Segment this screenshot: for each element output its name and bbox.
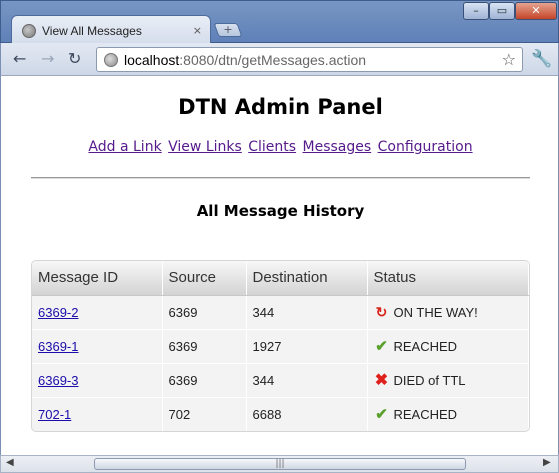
page-viewport: DTN Admin Panel Add a Link View Links Cl… — [0, 76, 559, 455]
table-row: 702-1 702 6688 ✔ REACHED — [32, 397, 529, 431]
cell-message-id: 6369-3 — [32, 363, 163, 398]
status-text: REACHED — [393, 339, 458, 354]
tab-view-all-messages[interactable]: View All Messages × — [11, 15, 211, 45]
close-tab-icon[interactable]: × — [193, 24, 202, 37]
section-title: All Message History — [196, 202, 365, 220]
cell-source: 6369 — [162, 329, 247, 364]
header-message-id: Message ID — [32, 261, 163, 296]
scroll-left-arrow-icon[interactable]: ◀ — [6, 457, 14, 468]
bookmark-star-icon[interactable]: ☆ — [502, 50, 516, 69]
browser-toolbar: ← → ↻ localhost:8080/dtn/getMessages.act… — [0, 43, 559, 76]
close-window-button[interactable]: ✕ — [515, 2, 557, 20]
cell-source: 6369 — [162, 295, 247, 330]
cell-source: 702 — [162, 397, 247, 431]
header-source: Source — [162, 261, 247, 296]
admin-nav: Add a Link View Links Clients Messages C… — [1, 139, 559, 155]
cross-icon: ✖ — [374, 372, 389, 389]
message-id-link[interactable]: 702-1 — [38, 407, 71, 422]
url-path: :8080/dtn/getMessages.action — [179, 51, 367, 68]
header-destination: Destination — [246, 261, 368, 296]
page-info-icon[interactable] — [104, 52, 118, 67]
cell-message-id: 6369-1 — [32, 329, 163, 364]
nav-add-link[interactable]: Add a Link — [88, 139, 161, 155]
messages-table: Message ID Source Destination Status 636… — [31, 260, 530, 432]
nav-view-links[interactable]: View Links — [168, 139, 242, 155]
cell-status: ↻ ON THE WAY! — [367, 295, 529, 330]
scroll-right-arrow-icon[interactable]: ▶ — [543, 457, 551, 468]
forward-arrow-icon[interactable]: → — [41, 50, 54, 68]
window-titlebar: View All Messages × + – ▭ ✕ — [0, 0, 559, 45]
table-row: 6369-3 6369 344 ✖ DIED of TTL — [32, 363, 529, 398]
address-bar[interactable]: localhost:8080/dtn/getMessages.action ☆ — [96, 47, 523, 72]
nav-configuration[interactable]: Configuration — [378, 139, 473, 155]
url-host: localhost — [124, 51, 180, 68]
message-id-link[interactable]: 6369-1 — [38, 339, 78, 354]
back-arrow-icon[interactable]: ← — [13, 50, 26, 68]
cell-status: ✔ REACHED — [367, 329, 529, 364]
cell-destination: 6688 — [246, 397, 368, 431]
maximize-button[interactable]: ▭ — [489, 2, 515, 20]
nav-messages[interactable]: Messages — [303, 139, 372, 155]
check-icon: ✔ — [375, 406, 388, 423]
minimize-button[interactable]: – — [463, 2, 489, 20]
cell-destination: 1927 — [246, 329, 368, 364]
cell-source: 6369 — [162, 363, 247, 398]
message-id-link[interactable]: 6369-3 — [38, 373, 78, 388]
status-text: DIED of TTL — [393, 373, 466, 388]
status-text: REACHED — [393, 407, 458, 422]
table-header-row: Message ID Source Destination Status — [32, 261, 529, 296]
status-text: ON THE WAY! — [393, 304, 478, 320]
table-row: 6369-1 6369 1927 ✔ REACHED — [32, 329, 529, 364]
horizontal-scrollbar[interactable]: ◀ ||| ▶ — [0, 455, 559, 473]
new-tab-button[interactable]: + — [213, 23, 243, 37]
page-title: DTN Admin Panel — [178, 95, 383, 119]
nav-clients[interactable]: Clients — [248, 139, 296, 155]
cell-destination: 344 — [246, 363, 368, 398]
divider — [31, 177, 530, 179]
cell-destination: 344 — [246, 295, 368, 330]
cell-message-id: 702-1 — [32, 397, 163, 431]
header-status: Status — [367, 261, 529, 296]
cell-status: ✖ DIED of TTL — [367, 363, 529, 398]
refresh-icon: ↻ — [375, 303, 388, 320]
table-row: 6369-2 6369 344 ↻ ON THE WAY! — [32, 295, 529, 330]
globe-icon — [22, 23, 36, 38]
message-id-link[interactable]: 6369-2 — [38, 305, 78, 320]
reload-icon[interactable]: ↻ — [68, 50, 81, 68]
cell-status: ✔ REACHED — [367, 397, 529, 431]
scrollbar-thumb[interactable]: ||| — [94, 458, 466, 470]
wrench-menu-icon[interactable]: 🔧 — [531, 49, 552, 69]
cell-message-id: 6369-2 — [32, 295, 163, 330]
tab-title: View All Messages — [42, 23, 142, 38]
check-icon: ✔ — [375, 338, 388, 355]
